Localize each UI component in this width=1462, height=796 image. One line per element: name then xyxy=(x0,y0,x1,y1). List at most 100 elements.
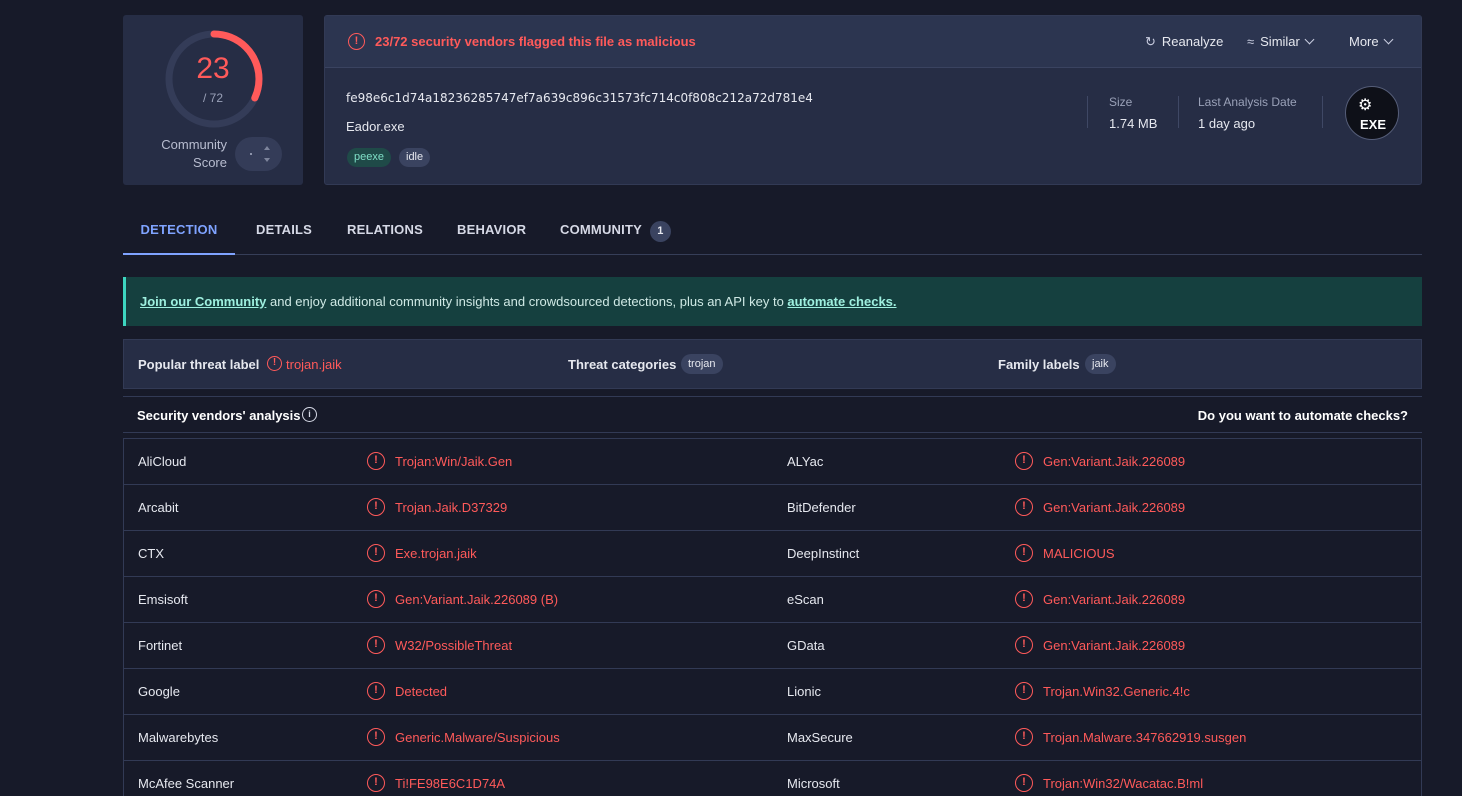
vendor-result: W32/PossibleThreat xyxy=(395,638,513,653)
community-score-label: Community Score xyxy=(161,137,227,170)
alert-icon: ! xyxy=(1015,636,1033,654)
vendor-result: Gen:Variant.Jaik.226089 xyxy=(1043,500,1186,515)
alert-icon: ! xyxy=(367,636,385,654)
detection-score-card: 23 / 72 Community Score xyxy=(123,15,303,185)
vote-up-icon[interactable] xyxy=(264,146,270,150)
tab-community[interactable]: COMMUNITY 1 xyxy=(560,207,671,255)
vendor-result: Trojan.Win32.Generic.4!c xyxy=(1043,684,1190,699)
table-row: Emsisoft ! Gen:Variant.Jaik.226089 (B) e… xyxy=(124,577,1421,623)
detection-summary-text: 23/72 security vendors flagged this file… xyxy=(375,34,696,49)
vendors-analysis-title: Security vendors' analysis xyxy=(137,408,301,423)
vendor-name: GData xyxy=(787,638,825,653)
reanalyze-button[interactable]: ↻ Reanalyze xyxy=(1145,34,1223,50)
chevron-down-icon xyxy=(1304,34,1315,45)
automate-checks-prompt[interactable]: Do you want to automate checks? xyxy=(1198,408,1408,423)
detection-summary-bar: ! 23/72 security vendors flagged this fi… xyxy=(325,16,1421,68)
vendor-name: BitDefender xyxy=(787,500,856,515)
tab-details[interactable]: DETAILS xyxy=(256,207,312,255)
table-row: McAfee Scanner ! Ti!FE98E6C1D74A Microso… xyxy=(124,761,1421,796)
alert-icon: ! xyxy=(1015,544,1033,562)
vendor-result: Trojan:Win/Jaik.Gen xyxy=(395,454,513,469)
refresh-icon: ↻ xyxy=(1145,34,1156,49)
vendor-name: Lionic xyxy=(787,684,821,699)
vendor-result: Detected xyxy=(395,684,448,699)
size-label: Size xyxy=(1109,95,1133,109)
vendor-name: ALYac xyxy=(787,454,824,469)
community-count-badge: 1 xyxy=(649,221,671,242)
last-analysis-value: 1 day ago xyxy=(1198,116,1256,131)
vote-value xyxy=(250,153,252,155)
alert-icon: ! xyxy=(367,590,385,608)
table-row: Fortinet ! W32/PossibleThreat GData ! Ge… xyxy=(124,623,1421,669)
family-labels-label: Family labels xyxy=(998,357,1080,372)
alert-icon: ! xyxy=(367,544,385,562)
vendor-name: Google xyxy=(138,684,180,699)
vendor-result: Exe.trojan.jaik xyxy=(395,546,477,561)
more-dropdown[interactable]: More xyxy=(1349,34,1394,49)
detection-count: 23 xyxy=(196,52,230,85)
tab-behavior[interactable]: BEHAVIOR xyxy=(457,207,526,255)
similar-dropdown[interactable]: ≈ Similar xyxy=(1247,34,1315,49)
alert-icon: ! xyxy=(348,33,365,50)
vendor-name: DeepInstinct xyxy=(787,546,860,561)
vendor-name: eScan xyxy=(787,592,824,607)
vendor-name: Microsoft xyxy=(787,776,840,791)
family-label-chip[interactable]: jaik xyxy=(1085,354,1116,374)
alert-icon: ! xyxy=(367,498,385,516)
tag-idle[interactable]: idle xyxy=(399,148,431,167)
threat-summary: Popular threat label ! trojan.jaik Threa… xyxy=(123,339,1422,389)
vendor-result: Trojan.Jaik.D37329 xyxy=(395,500,508,515)
chevron-down-icon xyxy=(1383,34,1394,45)
join-community-link[interactable]: Join our Community xyxy=(140,294,266,309)
automate-checks-link[interactable]: automate checks. xyxy=(787,294,896,309)
vendor-name: Emsisoft xyxy=(138,592,188,607)
file-type-badge: ⚙ EXE xyxy=(1345,86,1399,140)
size-value: 1.74 MB xyxy=(1109,116,1158,131)
alert-icon: ! xyxy=(1015,590,1033,608)
alert-icon: ! xyxy=(367,452,385,470)
alert-icon: ! xyxy=(367,728,385,746)
table-row: Google ! Detected Lionic ! Trojan.Win32.… xyxy=(124,669,1421,715)
vendor-name: Arcabit xyxy=(138,500,179,515)
table-row: Arcabit ! Trojan.Jaik.D37329 BitDefender… xyxy=(124,485,1421,531)
vendor-results-table: AliCloud ! Trojan:Win/Jaik.Gen ALYac ! G… xyxy=(123,438,1422,796)
detection-total: / 72 xyxy=(202,91,223,105)
threat-categories-label: Threat categories xyxy=(568,357,677,372)
vote-down-icon[interactable] xyxy=(264,158,270,162)
alert-icon: ! xyxy=(267,356,282,371)
file-info-card: ! 23/72 security vendors flagged this fi… xyxy=(324,15,1422,185)
vendors-analysis-header: Security vendors' analysis i Do you want… xyxy=(123,396,1422,433)
tag-peexe[interactable]: peexe xyxy=(347,148,391,167)
vendor-result: MALICIOUS xyxy=(1043,546,1115,561)
alert-icon: ! xyxy=(367,774,385,792)
alert-icon: ! xyxy=(1015,452,1033,470)
alert-icon: ! xyxy=(367,682,385,700)
file-hash[interactable]: fe98e6c1d74a18236285747ef7a639c896c31573… xyxy=(346,91,813,105)
vendor-result: Ti!FE98E6C1D74A xyxy=(395,776,506,791)
tab-detection[interactable]: DETECTION xyxy=(123,207,235,255)
last-analysis-label: Last Analysis Date xyxy=(1198,95,1297,109)
community-banner: Join our Community and enjoy additional … xyxy=(123,277,1422,326)
info-icon[interactable]: i xyxy=(302,407,317,422)
divider xyxy=(1178,96,1179,128)
file-name: Eador.exe xyxy=(346,119,405,134)
vendor-name: CTX xyxy=(138,546,164,561)
gear-icon: ⚙ xyxy=(1358,97,1373,114)
vendor-result: Gen:Variant.Jaik.226089 (B) xyxy=(395,592,559,607)
vendor-result: Gen:Variant.Jaik.226089 xyxy=(1043,454,1186,469)
community-vote-control[interactable] xyxy=(235,137,282,171)
vendor-name: AliCloud xyxy=(138,454,187,469)
vendor-result: Gen:Variant.Jaik.226089 xyxy=(1043,638,1186,653)
alert-icon: ! xyxy=(1015,728,1033,746)
alert-icon: ! xyxy=(1015,682,1033,700)
popular-threat-label: Popular threat label xyxy=(138,357,260,372)
threat-category-chip[interactable]: trojan xyxy=(681,354,723,374)
divider xyxy=(1087,96,1088,128)
vendor-result: Gen:Variant.Jaik.226089 xyxy=(1043,592,1186,607)
tab-relations[interactable]: RELATIONS xyxy=(347,207,423,255)
popular-threat-value[interactable]: trojan.jaik xyxy=(286,357,342,372)
alert-icon: ! xyxy=(1015,498,1033,516)
vendor-name: McAfee Scanner xyxy=(138,776,235,791)
divider xyxy=(1322,96,1323,128)
vendor-result: Trojan:Win32/Wacatac.B!ml xyxy=(1043,776,1204,791)
